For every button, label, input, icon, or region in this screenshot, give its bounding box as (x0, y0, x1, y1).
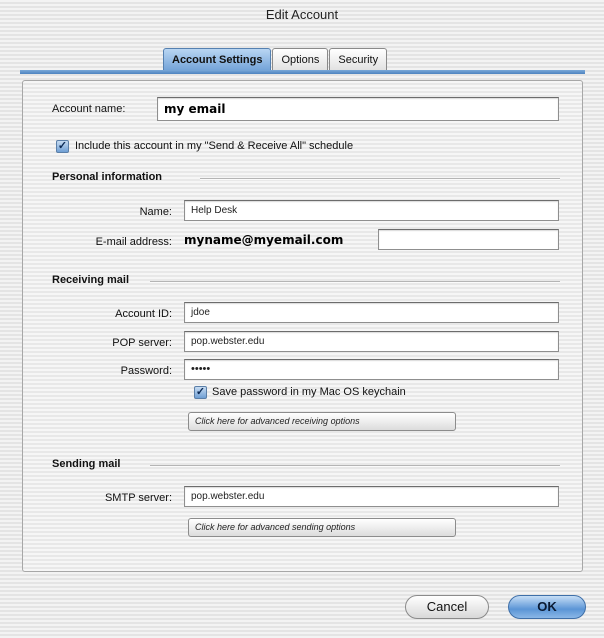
account-name-field[interactable]: my email (157, 97, 559, 121)
ok-button[interactable]: OK (508, 595, 586, 619)
tab-account-settings[interactable]: Account Settings (163, 48, 272, 72)
password-field[interactable]: ••••• (184, 359, 559, 380)
smtp-server-label: SMTP server: (104, 492, 172, 504)
advanced-receiving-button[interactable]: Click here for advanced receiving option… (188, 412, 456, 431)
cancel-button[interactable]: Cancel (405, 595, 489, 619)
email-label: E-mail address: (95, 236, 172, 248)
tab-bar: Account Settings Options Security (163, 48, 388, 72)
smtp-server-field[interactable]: pop.webster.edu (184, 486, 559, 507)
tab-security[interactable]: Security (329, 48, 388, 70)
sending-heading: Sending mail (52, 458, 121, 470)
personal-info-divider (200, 178, 560, 180)
account-id-field[interactable]: jdoe (184, 302, 559, 323)
pop-server-field[interactable]: pop.webster.edu (184, 331, 559, 352)
pop-server-label: POP server: (112, 337, 172, 349)
email-field-box[interactable] (378, 229, 559, 250)
personal-info-heading: Personal information (52, 171, 163, 183)
email-field[interactable]: myname@myemail.com (184, 231, 374, 252)
name-label: Name: (139, 206, 172, 218)
include-schedule-checkbox[interactable]: ✓ (56, 140, 69, 153)
account-name-label: Account name: (52, 103, 126, 115)
account-id-label: Account ID: (115, 308, 172, 320)
include-schedule-label: Include this account in my "Send & Recei… (75, 140, 354, 152)
tab-options[interactable]: Options (272, 48, 329, 70)
save-password-label: Save password in my Mac OS keychain (212, 386, 406, 398)
password-label: Password: (120, 365, 172, 377)
sending-divider (150, 465, 560, 467)
advanced-sending-button[interactable]: Click here for advanced sending options (188, 518, 456, 537)
name-field[interactable]: Help Desk (184, 200, 559, 221)
save-password-checkbox[interactable]: ✓ (194, 386, 207, 399)
tab-divider (20, 70, 585, 74)
window-title: Edit Account (265, 7, 339, 22)
receiving-heading: Receiving mail (52, 274, 130, 286)
receiving-divider (150, 281, 560, 283)
